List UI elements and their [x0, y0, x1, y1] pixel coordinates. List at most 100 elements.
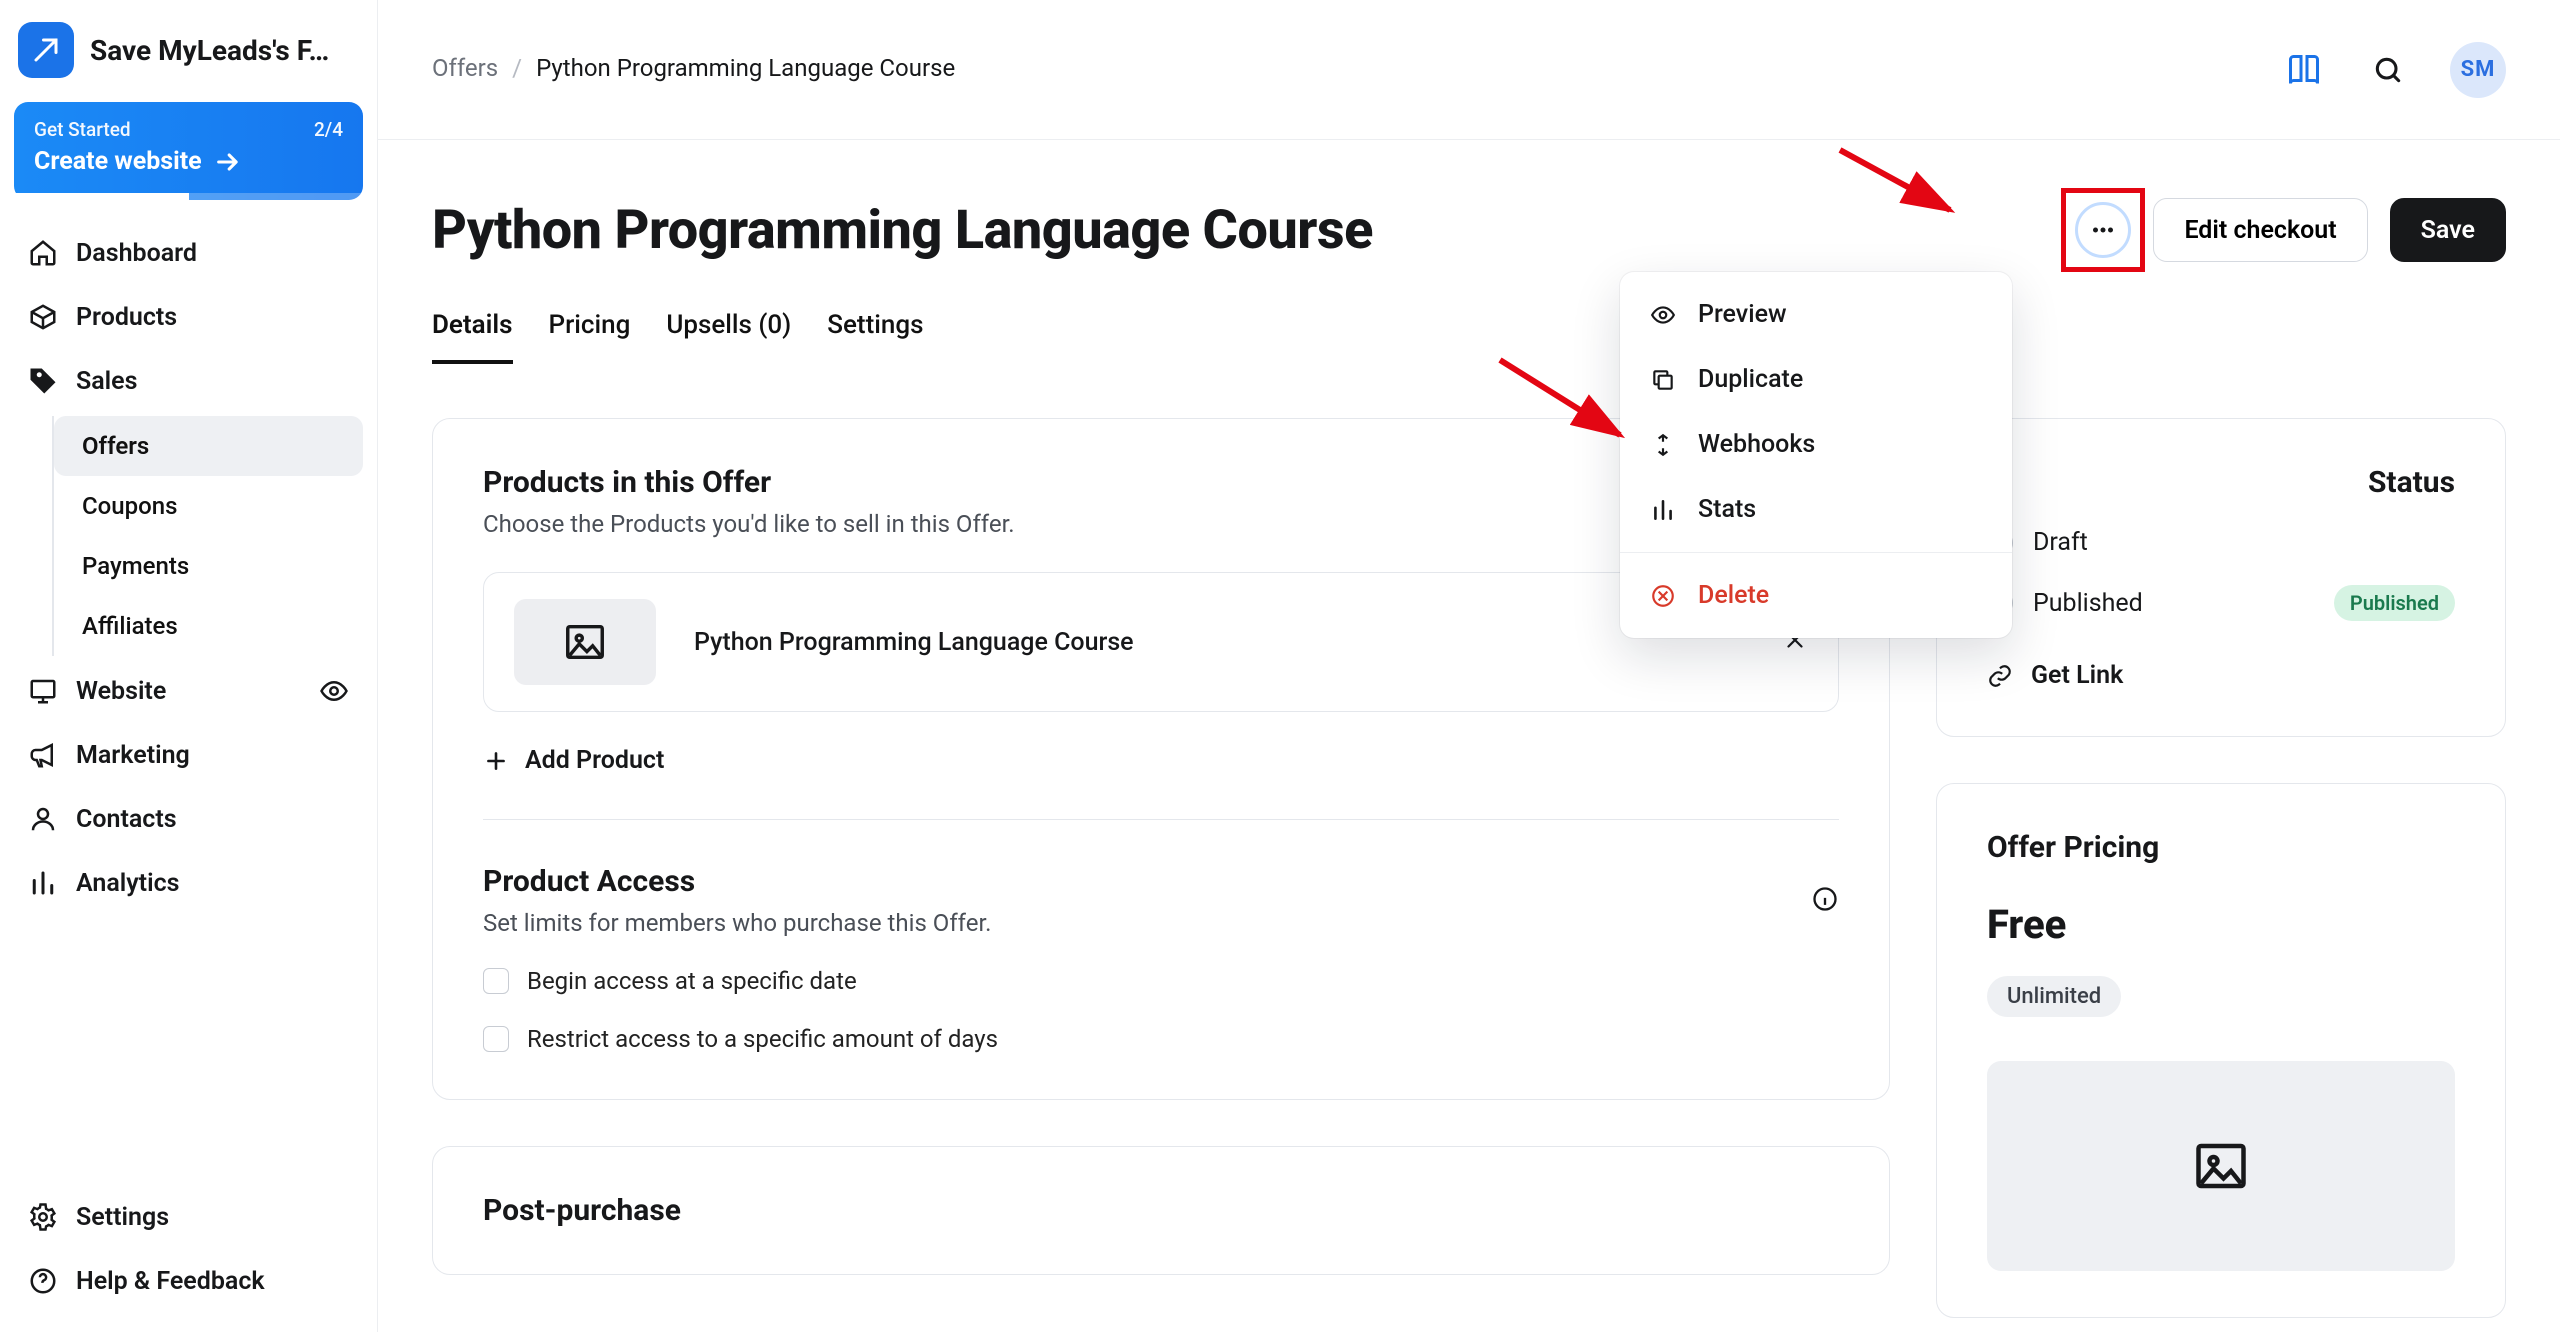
radio-label: Published: [2033, 589, 2143, 618]
webhook-icon: [1650, 432, 1676, 458]
search-button[interactable]: [2366, 48, 2410, 92]
copy-icon: [1650, 367, 1676, 393]
menu-stats[interactable]: Stats: [1620, 477, 2012, 542]
section-title: Post-purchase: [483, 1193, 1839, 1228]
stats-icon: [1650, 497, 1676, 523]
brand-logo: [18, 22, 74, 78]
info-button[interactable]: [1811, 885, 1839, 917]
section-subtitle: Set limits for members who purchase this…: [483, 909, 991, 937]
nav-label: Products: [76, 303, 177, 332]
menu-label: Duplicate: [1698, 365, 1803, 394]
nav-analytics[interactable]: Analytics: [14, 852, 363, 914]
nav-bottom: Settings Help & Feedback: [14, 1186, 363, 1312]
nav-label: Marketing: [76, 741, 190, 770]
nav-settings[interactable]: Settings: [14, 1186, 363, 1248]
product-name: Python Programming Language Course: [694, 628, 1134, 657]
pricing-chip: Unlimited: [1987, 976, 2121, 1017]
more-button[interactable]: [2075, 202, 2131, 258]
brand-title: Save MyLeads's F…: [90, 34, 329, 67]
nav-label: Settings: [76, 1203, 169, 1232]
cta-progress-bar: [14, 193, 363, 200]
menu-delete[interactable]: Delete: [1620, 563, 2012, 628]
post-purchase-panel: Post-purchase: [432, 1146, 1890, 1275]
more-horizontal-icon: [2088, 215, 2118, 245]
arrow-right-icon: [214, 148, 242, 176]
box-icon: [28, 302, 58, 332]
subnav-offers[interactable]: Offers: [54, 416, 363, 476]
menu-webhooks[interactable]: Webhooks: [1620, 412, 2012, 477]
eye-icon[interactable]: [319, 676, 349, 706]
cta-label: Get Started: [34, 118, 131, 141]
help-icon: [28, 1266, 58, 1296]
subnav-payments[interactable]: Payments: [54, 536, 363, 596]
checkbox-label: Restrict access to a specific amount of …: [527, 1025, 998, 1053]
search-icon: [2372, 54, 2404, 86]
pricing-panel: Offer Pricing Free Unlimited: [1936, 783, 2506, 1318]
add-product-button[interactable]: Add Product: [483, 746, 1839, 775]
subnav-coupons[interactable]: Coupons: [54, 476, 363, 536]
cta-main-label: Create website: [34, 147, 202, 176]
status-option-draft[interactable]: Draft: [1987, 528, 2455, 557]
add-product-label: Add Product: [525, 746, 664, 775]
monitor-icon: [28, 676, 58, 706]
menu-duplicate[interactable]: Duplicate: [1620, 347, 2012, 412]
nav-label: Dashboard: [76, 239, 197, 268]
tab-upsells[interactable]: Upsells (0): [666, 310, 791, 364]
avatar[interactable]: SM: [2450, 42, 2506, 98]
nav-help[interactable]: Help & Feedback: [14, 1250, 363, 1312]
brand[interactable]: Save MyLeads's F…: [18, 22, 359, 78]
checkbox-icon: [483, 968, 509, 994]
save-button[interactable]: Save: [2390, 198, 2506, 262]
breadcrumb-sep: /: [512, 54, 522, 82]
primary-nav: Dashboard Products Sales Offers Coupons …: [14, 222, 363, 914]
edit-checkout-button[interactable]: Edit checkout: [2153, 198, 2367, 262]
nav-marketing[interactable]: Marketing: [14, 724, 363, 786]
status-option-published[interactable]: Published Published: [1987, 585, 2455, 621]
gear-icon: [28, 1202, 58, 1232]
chart-icon: [28, 868, 58, 898]
status-badge: Published: [2334, 585, 2455, 621]
topbar: Offers / Python Programming Language Cou…: [378, 0, 2560, 140]
nav-website[interactable]: Website: [14, 660, 363, 722]
product-thumbnail: [514, 599, 656, 685]
user-icon: [28, 804, 58, 834]
nav-dashboard[interactable]: Dashboard: [14, 222, 363, 284]
sidebar: Save MyLeads's F… Get Started 2/4 Create…: [0, 0, 378, 1332]
checkbox-begin-date[interactable]: Begin access at a specific date: [483, 967, 1839, 995]
nav-contacts[interactable]: Contacts: [14, 788, 363, 850]
nav-products[interactable]: Products: [14, 286, 363, 348]
image-icon: [2191, 1136, 2251, 1196]
section-title: Status: [1987, 465, 2455, 500]
get-link-button[interactable]: Get Link: [1987, 661, 2455, 690]
getting-started-card[interactable]: Get Started 2/4 Create website: [14, 102, 363, 200]
eye-icon: [1650, 302, 1676, 328]
menu-preview[interactable]: Preview: [1620, 282, 2012, 347]
section-title: Offer Pricing: [1987, 830, 2455, 865]
tab-pricing[interactable]: Pricing: [549, 310, 631, 364]
get-link-label: Get Link: [2031, 661, 2123, 690]
nav-sales[interactable]: Sales: [14, 350, 363, 412]
docs-button[interactable]: [2282, 48, 2326, 92]
tabs: Details Pricing Upsells (0) Settings: [432, 310, 2506, 364]
tab-settings[interactable]: Settings: [827, 310, 923, 364]
breadcrumb-current: Python Programming Language Course: [536, 54, 955, 82]
book-icon: [2286, 52, 2322, 88]
section-title: Product Access: [483, 864, 991, 899]
nav-label: Help & Feedback: [76, 1267, 265, 1296]
home-icon: [28, 238, 58, 268]
megaphone-icon: [28, 740, 58, 770]
nav-label: Analytics: [76, 869, 179, 898]
breadcrumb-root[interactable]: Offers: [432, 54, 498, 82]
menu-label: Delete: [1698, 581, 1769, 610]
checkbox-label: Begin access at a specific date: [527, 967, 857, 995]
subnav-affiliates[interactable]: Affiliates: [54, 596, 363, 656]
nav-label: Website: [76, 677, 166, 706]
pricing-image-placeholder[interactable]: [1987, 1061, 2455, 1271]
checkbox-restrict-days[interactable]: Restrict access to a specific amount of …: [483, 1025, 1839, 1053]
info-icon: [1811, 885, 1839, 913]
divider: [483, 819, 1839, 820]
tab-details[interactable]: Details: [432, 310, 513, 364]
plus-icon: [483, 748, 509, 774]
image-icon: [562, 619, 608, 665]
nav-label: Sales: [76, 367, 138, 396]
